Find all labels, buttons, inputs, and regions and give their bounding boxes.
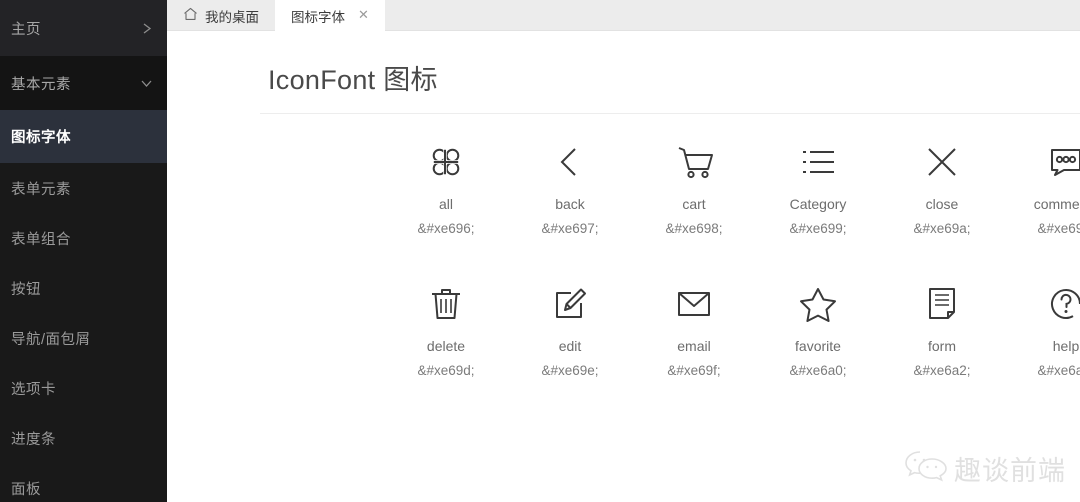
icon-label: edit bbox=[558, 338, 582, 354]
icon-cell-comments[interactable]: comments &#xe69b; bbox=[1004, 131, 1080, 236]
sidebar-item-iconfont[interactable]: 图标字体 bbox=[0, 110, 167, 163]
icon-cell-help[interactable]: help &#xe6a3; bbox=[1004, 273, 1080, 378]
chevron-down-icon bbox=[140, 78, 153, 89]
clover-icon bbox=[384, 131, 508, 193]
icon-cell-all[interactable]: all &#xe696; bbox=[384, 131, 508, 236]
icon-code: &#xe69a; bbox=[913, 221, 971, 236]
wechat-icon bbox=[904, 448, 948, 489]
sidebar: 主页 基本元素 图标字体 表单元素 表单组合 按钮 导航/面包屑 选项卡 进度条… bbox=[0, 0, 167, 502]
icon-code: &#xe697; bbox=[541, 221, 599, 236]
sidebar-item-label: 表单组合 bbox=[11, 231, 71, 248]
sidebar-item-label: 基本元素 bbox=[11, 76, 71, 93]
sidebar-item-label: 表单元素 bbox=[11, 181, 71, 198]
icon-label: email bbox=[677, 338, 711, 354]
sidebar-item-label: 进度条 bbox=[11, 431, 56, 448]
icon-label: Category bbox=[789, 196, 847, 212]
icon-code: &#xe699; bbox=[789, 221, 847, 236]
icon-cell-favorite[interactable]: favorite &#xe6a0; bbox=[756, 273, 880, 378]
sidebar-item-home[interactable]: 主页 bbox=[0, 0, 167, 56]
icon-cell-cart[interactable]: cart &#xe698; bbox=[632, 131, 756, 236]
tab-my-desktop[interactable]: 我的桌面 bbox=[167, 0, 275, 31]
sidebar-item-tabs[interactable]: 选项卡 bbox=[0, 363, 167, 413]
watermark-text: 趣谈前端 bbox=[954, 456, 1066, 486]
icon-cell-delete[interactable]: delete &#xe69d; bbox=[384, 273, 508, 378]
close-icon bbox=[880, 131, 1004, 193]
content-area: IconFont 图标 all &#xe696; back &#xe697; c… bbox=[167, 31, 1080, 502]
page-title: IconFont 图标 bbox=[268, 65, 438, 95]
app-window: 主页 基本元素 图标字体 表单元素 表单组合 按钮 导航/面包屑 选项卡 进度条… bbox=[0, 0, 1080, 502]
icon-label: form bbox=[928, 338, 956, 354]
close-icon[interactable]: ✕ bbox=[358, 9, 369, 22]
sidebar-item-label: 图标字体 bbox=[11, 130, 71, 146]
icon-code: &#xe6a0; bbox=[789, 363, 847, 378]
trash-icon bbox=[384, 273, 508, 335]
form-icon bbox=[880, 273, 1004, 335]
icon-label: favorite bbox=[795, 338, 841, 354]
sidebar-item-buttons[interactable]: 按钮 bbox=[0, 263, 167, 313]
sidebar-item-label: 面板 bbox=[11, 481, 41, 498]
icon-code: &#xe696; bbox=[417, 221, 475, 236]
tab-bar: 我的桌面 图标字体 ✕ bbox=[167, 0, 1080, 31]
chevron-right-icon bbox=[142, 22, 153, 35]
icon-cell-close[interactable]: close &#xe69a; bbox=[880, 131, 1004, 236]
icon-label: delete bbox=[426, 338, 466, 354]
tab-label: 我的桌面 bbox=[205, 9, 259, 25]
sidebar-item-form-groups[interactable]: 表单组合 bbox=[0, 213, 167, 263]
icon-cell-back[interactable]: back &#xe697; bbox=[508, 131, 632, 236]
chevron-left-icon bbox=[508, 131, 632, 193]
home-icon bbox=[183, 7, 198, 24]
sidebar-item-panel[interactable]: 面板 bbox=[0, 463, 167, 502]
icon-cell-category[interactable]: Category &#xe699; bbox=[756, 131, 880, 236]
sidebar-item-label: 导航/面包屑 bbox=[11, 331, 91, 348]
sidebar-item-form-elements[interactable]: 表单元素 bbox=[0, 163, 167, 213]
edit-icon bbox=[508, 273, 632, 335]
star-icon bbox=[756, 273, 880, 335]
icon-code: &#xe69d; bbox=[417, 363, 475, 378]
icon-code: &#xe6a3; bbox=[1037, 363, 1080, 378]
main-pane: 我的桌面 图标字体 ✕ IconFont 图标 all &#xe696; bac… bbox=[167, 0, 1080, 502]
watermark: 趣谈前端 bbox=[904, 448, 1066, 489]
icon-label: all bbox=[438, 196, 453, 212]
icon-label: help bbox=[1052, 338, 1080, 354]
sidebar-item-nav-breadcrumb[interactable]: 导航/面包屑 bbox=[0, 313, 167, 363]
sidebar-item-basic-elements[interactable]: 基本元素 bbox=[0, 56, 167, 110]
icon-code: &#xe6a2; bbox=[913, 363, 971, 378]
icon-code: &#xe69b; bbox=[1037, 221, 1080, 236]
tab-iconfont[interactable]: 图标字体 ✕ bbox=[275, 0, 385, 31]
list-icon bbox=[756, 131, 880, 193]
sidebar-item-label: 按钮 bbox=[11, 281, 41, 298]
icon-code: &#xe69e; bbox=[541, 363, 599, 378]
icon-label: cart bbox=[682, 196, 706, 212]
sidebar-item-progress[interactable]: 进度条 bbox=[0, 413, 167, 463]
icon-code: &#xe69f; bbox=[667, 363, 721, 378]
help-icon bbox=[1004, 273, 1080, 335]
sidebar-item-label: 选项卡 bbox=[11, 381, 56, 398]
email-icon bbox=[632, 273, 756, 335]
sidebar-item-label: 主页 bbox=[11, 21, 41, 38]
icon-grid: all &#xe696; back &#xe697; cart &#xe698;… bbox=[167, 114, 1080, 378]
icon-cell-email[interactable]: email &#xe69f; bbox=[632, 273, 756, 378]
comments-icon bbox=[1004, 131, 1080, 193]
icon-cell-edit[interactable]: edit &#xe69e; bbox=[508, 273, 632, 378]
icon-code: &#xe698; bbox=[665, 221, 723, 236]
icon-label: comments bbox=[1033, 196, 1080, 212]
icon-label: back bbox=[555, 196, 585, 212]
cart-icon bbox=[632, 131, 756, 193]
icon-cell-form[interactable]: form &#xe6a2; bbox=[880, 273, 1004, 378]
tab-label: 图标字体 bbox=[291, 9, 345, 25]
icon-label: close bbox=[925, 196, 959, 212]
